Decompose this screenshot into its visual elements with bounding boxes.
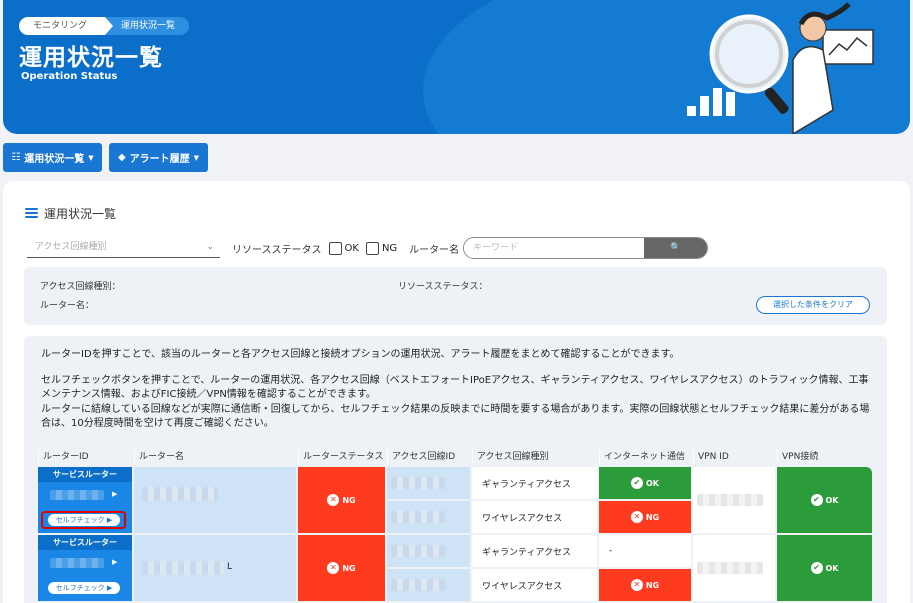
vpn-status-ok: ✔ OK <box>777 535 872 601</box>
close-icon: ✕ <box>327 562 340 574</box>
col-access-line-id: アクセス回線ID <box>387 449 470 465</box>
access-line-id-cell <box>387 501 470 533</box>
col-access-type: アクセス回線種別 <box>472 449 597 465</box>
breadcrumb-item-current: 運用状況一覧 <box>105 17 190 35</box>
chevron-down-icon: ▼ <box>88 153 94 162</box>
ng-checkbox-label: NG <box>381 242 398 254</box>
list-icon: ☷ <box>11 152 21 163</box>
breadcrumb-item-monitoring[interactable]: モニタリング <box>19 17 114 35</box>
router-id-link[interactable]: ▶ <box>38 482 132 508</box>
router-name-cell: L <box>134 535 296 601</box>
internet-status-label: NG <box>645 512 660 522</box>
table-row: サービスルーター ▶ セルフチェック ▶ <box>38 535 132 601</box>
col-router-id: ルーターID <box>38 449 132 465</box>
alert-menu-button[interactable]: ◆ アラート履歴 ▼ <box>109 143 208 172</box>
router-status-ng: ✕ NG <box>298 535 385 601</box>
router-name-cell <box>134 467 296 533</box>
router-type-label: サービスルーター <box>38 535 132 550</box>
router-search: 🔍 <box>463 237 709 259</box>
status-menu-label: 運用状況一覧 <box>24 154 85 165</box>
access-line-id-cell <box>387 467 470 499</box>
main-card: 運用状況一覧 アクセス回線種別 ⌄ リソースステータス OK NG ルーター名 … <box>3 181 910 603</box>
router-type-label: サービスルーター <box>38 467 132 482</box>
play-icon: ▶ <box>112 558 118 566</box>
internet-status-ng: ✕ NG <box>599 569 691 601</box>
alert-menu-label: アラート履歴 <box>129 154 190 165</box>
page-subtitle: Operation Status <box>21 71 118 82</box>
internet-status-empty: - <box>599 535 691 567</box>
search-icon: 🔍 <box>670 243 682 253</box>
vpn-id-cell <box>693 535 775 601</box>
access-type-cell: ワイヤレスアクセス <box>472 501 597 533</box>
filter-bar: アクセス回線種別 ⌄ リソースステータス OK NG ルーター名 🔍 <box>27 236 709 260</box>
status-menu-button[interactable]: ☷ 運用状況一覧 ▼ <box>3 143 102 172</box>
info-box: ルーターIDを押すことで、該当のルーターと各アクセス回線と接続オプションの運用状… <box>24 336 887 603</box>
col-router-status: ルーターステータス <box>298 449 385 465</box>
vpn-status-ok: ✔ OK <box>777 467 872 533</box>
access-type-cell: ギャランティアクセス <box>472 535 597 567</box>
internet-status-label: NG <box>645 580 660 590</box>
access-line-id-cell <box>387 535 470 567</box>
access-type-placeholder: アクセス回線種別 <box>35 242 107 252</box>
router-status-label: NG <box>342 563 356 573</box>
access-type-cell: ワイヤレスアクセス <box>472 569 597 601</box>
magnifier-illustration <box>687 2 874 134</box>
check-icon: ✔ <box>810 494 823 506</box>
internet-status-ok: ✔ OK <box>599 467 691 499</box>
col-vpn-id: VPN ID <box>693 449 775 465</box>
col-internet: インターネット通信 <box>599 449 691 465</box>
info-text-1: ルーターIDを押すことで、該当のルーターと各アクセス回線と接続オプションの運用状… <box>41 349 680 360</box>
check-icon: ✔ <box>631 477 643 489</box>
resource-status-label: リソースステータス <box>232 244 322 256</box>
keyword-input[interactable] <box>464 238 645 258</box>
table-row: サービスルーター ▶ セルフチェック ▶ <box>38 467 132 533</box>
router-status-ng: ✕ NG <box>298 467 385 533</box>
search-button[interactable]: 🔍 <box>644 238 708 258</box>
play-icon: ▶ <box>112 490 118 498</box>
ok-checkbox[interactable] <box>328 241 342 255</box>
internet-status-label: OK <box>646 478 659 488</box>
self-check-label: セルフチェック <box>55 516 105 524</box>
self-check-label: セルフチェック <box>55 584 105 592</box>
ng-checkbox[interactable] <box>365 241 379 255</box>
ok-checkbox-label: OK <box>344 242 359 254</box>
section-title: 運用状況一覧 <box>25 205 116 222</box>
close-icon: ✕ <box>327 494 340 506</box>
vpn-status-label: OK <box>825 495 839 505</box>
cond-access-type: アクセス回線種別： <box>40 282 121 292</box>
router-status-label: NG <box>342 495 356 505</box>
vpn-id-cell <box>693 467 775 533</box>
header-banner: モニタリング 運用状況一覧 運用状況一覧 Operation Status <box>3 0 910 134</box>
chevron-down-icon: ⌄ <box>206 242 214 252</box>
info-text-3: ルーターに結線している回線などが実際に通信断・回復してから、セルフチェック結果の… <box>41 404 870 429</box>
selected-conditions: アクセス回線種別： リソースステータス： ルーター名： 選択した条件をクリア <box>24 267 887 325</box>
router-name-label: ルーター名 <box>409 244 460 256</box>
col-vpn-connection: VPN接続 <box>777 449 872 465</box>
list-icon <box>25 208 38 219</box>
check-icon: ✔ <box>810 562 823 574</box>
self-check-button[interactable]: セルフチェック ▶ <box>48 514 120 526</box>
access-line-id-cell <box>387 569 470 601</box>
router-id-link[interactable]: ▶ <box>38 550 132 576</box>
internet-status-ng: ✕ NG <box>599 501 691 533</box>
alert-icon: ◆ <box>117 152 126 163</box>
access-type-cell: ギャランティアクセス <box>472 467 597 499</box>
cond-resource-status: リソースステータス： <box>398 282 488 292</box>
section-title-text: 運用状況一覧 <box>44 207 117 221</box>
col-router-name: ルーター名 <box>134 449 296 465</box>
breadcrumb: モニタリング 運用状況一覧 <box>19 17 190 35</box>
close-icon: ✕ <box>630 579 643 591</box>
clear-conditions-button[interactable]: 選択した条件をクリア <box>756 296 870 314</box>
info-text-2: セルフチェックボタンを押すことで、ルーターの運用状況、各アクセス回線（ベストエフ… <box>41 375 869 400</box>
chevron-down-icon: ▼ <box>193 153 200 162</box>
close-icon: ✕ <box>630 511 643 523</box>
vpn-status-label: OK <box>825 563 839 573</box>
router-name-suffix: L <box>227 562 233 572</box>
access-type-select[interactable]: アクセス回線種別 ⌄ <box>27 238 220 258</box>
cond-router-name: ルーター名： <box>40 301 95 311</box>
self-check-button[interactable]: セルフチェック ▶ <box>48 582 120 594</box>
page-title: 運用状況一覧 <box>19 45 163 71</box>
